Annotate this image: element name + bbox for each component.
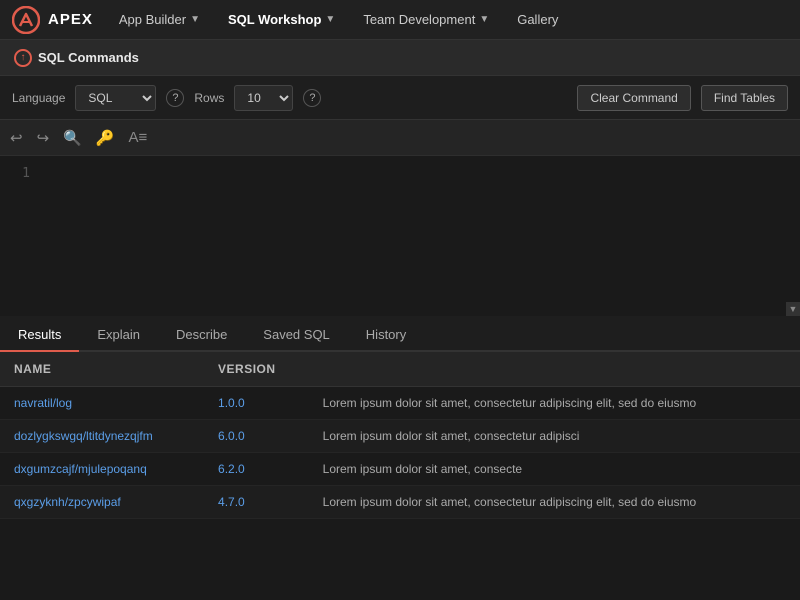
chevron-down-icon: ▼ <box>479 14 489 25</box>
cell-description: Lorem ipsum dolor sit amet, consecte <box>309 453 800 486</box>
up-icon: ↑ <box>14 49 32 67</box>
tab-explain[interactable]: Explain <box>79 319 158 352</box>
language-select[interactable]: SQL PL/SQL <box>75 85 156 111</box>
col-name: NAME <box>0 352 204 387</box>
results-table-container: NAME VERSION navratil/log1.0.0Lorem ipsu… <box>0 352 800 600</box>
tab-history[interactable]: History <box>348 319 424 352</box>
rows-help-icon[interactable]: ? <box>303 89 321 107</box>
language-help-icon[interactable]: ? <box>166 89 184 107</box>
table-row: dxgumzcajf/mjulepoqanq6.2.0Lorem ipsum d… <box>0 453 800 486</box>
sql-editor: 1 ▼ <box>0 156 800 316</box>
results-table: NAME VERSION navratil/log1.0.0Lorem ipsu… <box>0 352 800 519</box>
cell-description: Lorem ipsum dolor sit amet, consectetur … <box>309 387 800 420</box>
rows-select[interactable]: 10 25 50 100 200 <box>234 85 293 111</box>
chevron-down-icon: ▼ <box>325 14 335 25</box>
table-header-row: NAME VERSION <box>0 352 800 387</box>
language-label: Language <box>12 91 65 105</box>
sql-input[interactable] <box>40 164 800 308</box>
table-row: navratil/log1.0.0Lorem ipsum dolor sit a… <box>0 387 800 420</box>
table-row: qxgzyknh/zpcywipaf4.7.0Lorem ipsum dolor… <box>0 486 800 519</box>
tab-results[interactable]: Results <box>0 319 79 352</box>
col-description <box>309 352 800 387</box>
clear-command-button[interactable]: Clear Command <box>577 85 690 111</box>
cell-version: 6.2.0 <box>204 453 309 486</box>
apex-logo: APEX <box>12 6 93 34</box>
col-version: VERSION <box>204 352 309 387</box>
key-icon[interactable]: 🔑 <box>96 129 115 147</box>
tab-describe[interactable]: Describe <box>158 319 245 352</box>
table-row: dozlygkswgq/ltitdynezqjfm6.0.0Lorem ipsu… <box>0 420 800 453</box>
cell-name: dozlygkswgq/ltitdynezqjfm <box>0 420 204 453</box>
chevron-down-icon: ▼ <box>789 304 798 314</box>
redo-icon[interactable]: ↪ <box>37 129 50 147</box>
cell-description: Lorem ipsum dolor sit amet, consectetur … <box>309 420 800 453</box>
editor-toolbar: ↩ ↪ 🔍 🔑 A≡ <box>0 120 800 156</box>
cell-version: 4.7.0 <box>204 486 309 519</box>
breadcrumb-label: SQL Commands <box>38 50 139 65</box>
breadcrumb: ↑ SQL Commands <box>0 40 800 76</box>
nav-item-app-builder[interactable]: App Builder ▼ <box>109 8 210 31</box>
nav-item-gallery[interactable]: Gallery <box>507 8 568 31</box>
scroll-arrow: ▼ <box>786 302 800 316</box>
cell-version: 1.0.0 <box>204 387 309 420</box>
cell-name: dxgumzcajf/mjulepoqanq <box>0 453 204 486</box>
search-icon[interactable]: 🔍 <box>63 129 82 147</box>
top-navigation: APEX App Builder ▼ SQL Workshop ▼ Team D… <box>0 0 800 40</box>
apex-logo-text: APEX <box>48 11 93 28</box>
cell-name: navratil/log <box>0 387 204 420</box>
rows-label: Rows <box>194 91 224 105</box>
line-numbers: 1 <box>0 164 40 308</box>
tab-saved-sql[interactable]: Saved SQL <box>245 319 348 352</box>
nav-item-sql-workshop[interactable]: SQL Workshop ▼ <box>218 8 345 31</box>
find-tables-button[interactable]: Find Tables <box>701 85 788 111</box>
sql-toolbar: Language SQL PL/SQL ? Rows 10 25 50 100 … <box>0 76 800 120</box>
cell-name: qxgzyknh/zpcywipaf <box>0 486 204 519</box>
nav-item-team-development[interactable]: Team Development ▼ <box>353 8 499 31</box>
results-tabs: Results Explain Describe Saved SQL Histo… <box>0 316 800 352</box>
font-icon[interactable]: A≡ <box>129 129 148 146</box>
apex-logo-icon <box>12 6 40 34</box>
undo-icon[interactable]: ↩ <box>10 129 23 147</box>
chevron-down-icon: ▼ <box>190 14 200 25</box>
cell-version: 6.0.0 <box>204 420 309 453</box>
cell-description: Lorem ipsum dolor sit amet, consectetur … <box>309 486 800 519</box>
